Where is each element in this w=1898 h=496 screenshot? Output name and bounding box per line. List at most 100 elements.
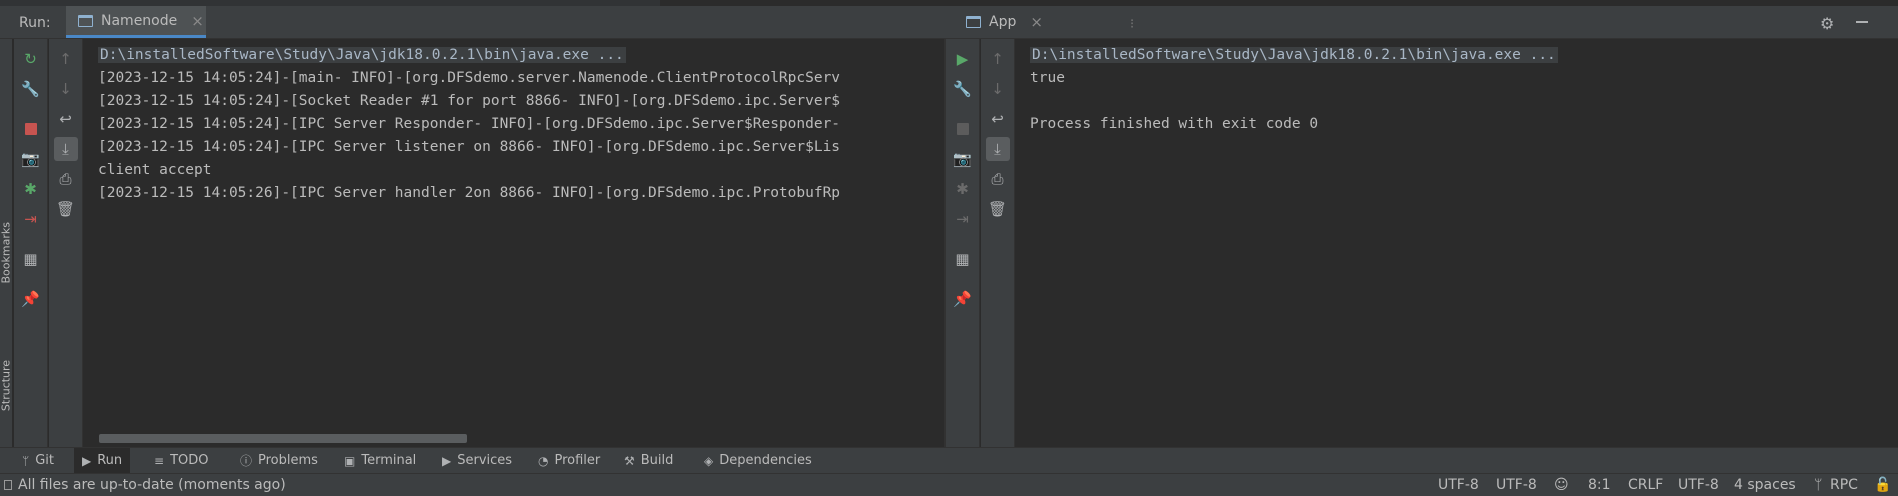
run-icon[interactable]: ▶ — [951, 47, 975, 71]
file-encoding[interactable]: UTF-8 — [1438, 477, 1479, 493]
print-icon[interactable]: ⎙ — [54, 167, 78, 191]
exit-icon[interactable]: ⇥ — [951, 207, 975, 231]
tool-dependencies[interactable]: ◈ Dependencies — [696, 448, 820, 473]
tool-terminal[interactable]: ▣ Terminal — [336, 448, 424, 473]
lock-icon[interactable]: 🔓 — [1874, 477, 1891, 493]
namenode-console[interactable]: D:\installedSoftware\Study\Java\jdk18.0.… — [84, 39, 944, 447]
tool-label: Services — [457, 453, 513, 468]
tool-services[interactable]: ▶ Services — [434, 448, 520, 473]
console-line: Process finished with exit code 0 — [1030, 116, 1319, 132]
console-actions-column-right: ↑ ↓ ↩ ⤓ ⎙ 🗑 — [981, 39, 1015, 447]
drag-handle-icon[interactable]: ⁝ — [1130, 17, 1134, 32]
status-message[interactable]: All files are up-to-date (moments ago) — [18, 477, 286, 493]
line-separator[interactable]: CRLF — [1628, 477, 1663, 493]
console-line: true — [1030, 70, 1065, 86]
trash-icon[interactable]: 🗑 — [986, 197, 1010, 221]
run-tool-window-header: Run: Namenode × App × ⁝ ⚙ — [0, 6, 1898, 39]
stop-icon[interactable] — [19, 117, 43, 141]
todo-icon: ≡ — [154, 453, 165, 468]
close-icon[interactable]: × — [1030, 13, 1043, 31]
git-branch-icon: ᛘ — [1814, 477, 1823, 493]
wrench-icon[interactable]: 🔧 — [19, 77, 43, 101]
close-icon[interactable]: × — [191, 12, 204, 30]
down-arrow-icon[interactable]: ↓ — [54, 77, 78, 101]
exit-icon[interactable]: ⇥ — [19, 207, 43, 231]
tool-label: Run — [97, 453, 123, 468]
app-console[interactable]: D:\installedSoftware\Study\Java\jdk18.0.… — [1016, 39, 1898, 447]
up-arrow-icon[interactable]: ↑ — [986, 47, 1010, 71]
caret-position[interactable]: 8:1 — [1588, 477, 1611, 493]
rerun-icon[interactable]: ↻ — [19, 47, 43, 71]
services-icon: ▶ — [442, 453, 452, 468]
tool-label: Problems — [258, 453, 318, 468]
horizontal-scrollbar[interactable] — [99, 434, 467, 443]
tool-git[interactable]: ᛘ Git — [14, 448, 62, 473]
tool-label: Git — [35, 453, 54, 468]
console-tab-icon — [78, 14, 93, 27]
layout-icon[interactable]: ▦ — [19, 247, 43, 271]
soft-wrap-icon[interactable]: ↩ — [54, 107, 78, 131]
camera-icon[interactable]: 📷 — [19, 147, 43, 171]
command-line[interactable]: D:\installedSoftware\Study\Java\jdk18.0.… — [98, 47, 626, 63]
pin-icon[interactable]: 📌 — [951, 287, 975, 311]
file-encoding-tertiary[interactable]: UTF-8 — [1678, 477, 1719, 493]
bookmarks-tab[interactable]: Bookmarks — [0, 222, 13, 283]
minimize-icon[interactable] — [1856, 21, 1868, 23]
scroll-to-end-icon[interactable]: ⤓ — [53, 137, 78, 161]
tool-label: Dependencies — [719, 453, 812, 468]
layout-icon[interactable]: ▦ — [951, 247, 975, 271]
tab-app[interactable]: App × — [946, 6, 1054, 38]
run-actions-column-right: ▶ 🔧 📷 ✱ ⇥ ▦ 📌 — [946, 39, 980, 447]
tab-app-label: App — [989, 14, 1017, 30]
up-arrow-icon[interactable]: ↑ — [54, 47, 78, 71]
terminal-icon: ▣ — [344, 453, 356, 468]
console-line: [2023-12-15 14:05:24]-[IPC Server Respon… — [98, 116, 841, 132]
debug-bug-icon[interactable]: ✱ — [19, 177, 43, 201]
problems-icon: ⓘ — [240, 454, 253, 468]
git-branch-icon: ᛘ — [22, 453, 30, 468]
command-line[interactable]: D:\installedSoftware\Study\Java\jdk18.0.… — [1030, 47, 1558, 63]
stop-icon[interactable] — [951, 117, 975, 141]
run-actions-column-left: ↻ 🔧 📷 ✱ ⇥ ▦ 📌 — [14, 39, 48, 447]
console-line: client accept — [98, 162, 212, 178]
tool-problems[interactable]: ⓘ Problems — [232, 448, 326, 473]
tool-label: Terminal — [361, 453, 417, 468]
tool-build[interactable]: ⚒ Build — [616, 448, 681, 473]
tool-label: Profiler — [554, 453, 601, 468]
file-encoding-secondary[interactable]: UTF-8 — [1496, 477, 1537, 493]
tool-label: TODO — [170, 453, 209, 468]
pin-icon[interactable]: 📌 — [19, 287, 43, 311]
wrench-icon[interactable]: 🔧 — [951, 77, 975, 101]
print-icon[interactable]: ⎙ — [986, 167, 1010, 191]
tab-namenode-label: Namenode — [101, 12, 178, 29]
indent-setting[interactable]: 4 spaces — [1734, 477, 1796, 493]
debug-bug-icon[interactable]: ✱ — [951, 177, 975, 201]
tool-run[interactable]: ▶ Run — [74, 448, 131, 473]
trash-icon[interactable]: 🗑 — [54, 197, 78, 221]
copilot-icon[interactable]: ☺ — [1554, 477, 1569, 493]
build-icon: ⚒ — [624, 453, 635, 468]
git-branch[interactable]: RPC — [1830, 477, 1858, 493]
console-line: [2023-12-15 14:05:24]-[Socket Reader #1 … — [98, 93, 841, 109]
run-icon: ▶ — [82, 453, 92, 468]
gear-icon[interactable]: ⚙ — [1820, 14, 1834, 33]
console-actions-column-left: ↑ ↓ ↩ ⤓ ⎙ 🗑 — [49, 39, 83, 447]
console-tab-icon — [966, 16, 981, 28]
tool-window-bar: ᛘ Git ▶ Run ≡ TODO ⓘ Problems ▣ Terminal ▶ Ser… — [0, 447, 1898, 473]
tool-profiler[interactable]: ◔ Profiler — [530, 448, 608, 473]
tab-namenode[interactable]: Namenode × — [66, 6, 206, 38]
status-message-icon — [4, 480, 12, 490]
structure-tab[interactable]: Structure — [0, 358, 13, 414]
scroll-to-end-icon[interactable]: ⤓ — [985, 137, 1010, 161]
run-label: Run: — [19, 15, 51, 31]
camera-icon[interactable]: 📷 — [951, 147, 975, 171]
console-line: [2023-12-15 14:05:24]-[main- INFO]-[org.… — [98, 70, 841, 86]
down-arrow-icon[interactable]: ↓ — [986, 77, 1010, 101]
profiler-icon: ◔ — [538, 453, 549, 468]
tool-todo[interactable]: ≡ TODO — [146, 448, 216, 473]
tool-label: Build — [640, 453, 674, 468]
side-tool-strip: Bookmarks Structure — [0, 39, 13, 447]
status-bar: All files are up-to-date (moments ago) U… — [0, 473, 1898, 496]
console-line: [2023-12-15 14:05:26]-[IPC Server handle… — [98, 185, 841, 201]
soft-wrap-icon[interactable]: ↩ — [986, 107, 1010, 131]
